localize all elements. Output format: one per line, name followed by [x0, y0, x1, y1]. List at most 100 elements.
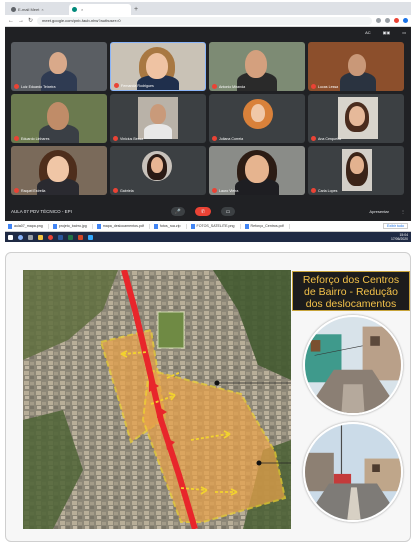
participant-tile[interactable]: Vinicius Bessa [110, 94, 206, 143]
meeting-title: AULA 07 PDV TÉCNICO - EPI [11, 209, 72, 214]
camera-button[interactable]: ▭ [221, 207, 235, 216]
extension-icon[interactable] [376, 18, 381, 23]
mic-muted-icon [311, 84, 316, 89]
mic-muted-icon [311, 188, 316, 193]
powerpoint-icon[interactable] [78, 234, 83, 240]
chrome-icon[interactable] [48, 234, 53, 240]
meet-screenshot: E-mail Meet × × + ← → ↻ meet.google.com/p… [5, 2, 411, 242]
street-photo-bottom [303, 422, 403, 522]
mic-muted-icon [311, 136, 316, 141]
participant-tile[interactable]: Gabriela [110, 146, 206, 195]
close-icon[interactable]: × [81, 7, 83, 12]
task-view-icon[interactable] [28, 234, 33, 240]
participant-name: Lucas Lessa [311, 84, 338, 89]
meet-top-controls: AC ▣▣ ▭ [365, 30, 406, 35]
tab-favicon-icon [11, 7, 16, 12]
url-field[interactable]: meet.google.com/pnb-faub-nhw?authuser=0 [37, 16, 372, 25]
file-icon [190, 223, 195, 229]
word-icon[interactable] [58, 234, 63, 240]
participant-tile[interactable]: Lucas Lessa [308, 42, 404, 91]
mic-muted-icon [212, 136, 217, 141]
forward-icon[interactable]: → [18, 18, 24, 24]
street-photo-top [303, 315, 403, 415]
participant-tile[interactable]: Eduardo Linhares [11, 94, 107, 143]
participant-tile[interactable]: Luiz Eduardo Teixeira [11, 42, 107, 91]
file-icon [8, 223, 12, 229]
search-icon[interactable] [18, 234, 23, 240]
tab-label: E-mail Meet [18, 7, 40, 12]
show-all-downloads-button[interactable]: Exibir tudo [383, 223, 408, 229]
windows-taskbar: 15:04 17/06/2020 [5, 232, 411, 242]
mic-muted-icon [212, 188, 217, 193]
taskbar-clock[interactable]: 15:04 17/06/2020 [391, 233, 408, 241]
download-item[interactable]: aula07_mapa.png [8, 223, 49, 229]
soccer-field [157, 311, 185, 349]
meet-bottom-bar: AULA 07 PDV TÉCNICO - EPI 🎤 ✆ ▭ Apresent… [5, 202, 411, 221]
participant-name: Fernanda Rodrigues [114, 83, 154, 88]
download-item[interactable]: FOTOS_SATELITE.png [190, 223, 241, 229]
call-controls: 🎤 ✆ ▭ [171, 207, 235, 216]
participant-name: Carla Lopes [311, 188, 337, 193]
participant-name: Raquel Estrella [14, 188, 45, 193]
download-item[interactable]: fotos_rua.zip [153, 223, 187, 229]
browser-tab[interactable]: E-mail Meet × [8, 4, 66, 15]
participant-tile[interactable]: Raquel Estrella [11, 146, 107, 195]
chat-icon[interactable]: ▭ [402, 30, 406, 35]
excel-icon[interactable] [68, 234, 73, 240]
tab-favicon-icon [72, 7, 77, 12]
participant-tile[interactable]: Antonio Miranda [209, 42, 305, 91]
download-item[interactable]: projeto_bairro.jpg [52, 223, 93, 229]
meet-right-controls: Apresentar ⋮ [369, 209, 405, 214]
windows-start-icon[interactable] [8, 234, 13, 240]
mic-muted-icon [212, 84, 217, 89]
reload-icon[interactable]: ↻ [28, 17, 33, 24]
participant-name: Gabriela [113, 188, 134, 193]
participant-tile[interactable]: Carla Lopes [308, 146, 404, 195]
participant-tile[interactable]: Lauro Vieira [209, 146, 305, 195]
meet-call-area: AC ▣▣ ▭ Luiz Eduardo Teixeira Fernanda R… [5, 27, 411, 202]
end-call-button[interactable]: ✆ [195, 207, 211, 216]
aerial-map [23, 270, 291, 529]
back-icon[interactable]: ← [8, 18, 14, 24]
captions-button[interactable]: AC [365, 30, 371, 35]
present-button[interactable]: Apresentar [369, 209, 389, 214]
new-tab-icon[interactable]: + [134, 4, 138, 15]
participant-tile[interactable]: Fernanda Rodrigues [110, 42, 206, 91]
mic-muted-icon [14, 188, 19, 193]
more-options-icon[interactable]: ⋮ [401, 209, 405, 214]
photo-point-marker [256, 460, 262, 466]
mic-muted-icon [113, 188, 118, 193]
file-explorer-icon[interactable] [38, 234, 43, 240]
extension-icon[interactable] [385, 18, 390, 23]
mic-muted-icon [14, 136, 19, 141]
mic-button[interactable]: 🎤 [171, 207, 185, 216]
participant-tile[interactable]: Juliana Correia [209, 94, 305, 143]
participant-name: Juliana Correia [212, 136, 243, 141]
participant-name: Luiz Eduardo Teixeira [14, 84, 56, 89]
participant-tile[interactable]: Ana Cerqueira [308, 94, 404, 143]
photoshop-icon[interactable] [88, 234, 93, 240]
extension-icon[interactable] [394, 18, 399, 23]
downloads-bar: aula07_mapa.png projeto_bairro.jpg mapa_… [5, 221, 411, 232]
presentation-slide: Reforço dos Centros de Bairro - Redução … [5, 252, 411, 542]
participant-name: Ana Cerqueira [311, 136, 341, 141]
mic-muted-icon [14, 84, 19, 89]
address-bar: ← → ↻ meet.google.com/pnb-faub-nhw?authu… [5, 15, 411, 27]
people-icon[interactable]: ▣▣ [383, 30, 391, 35]
browser-tab-active[interactable]: × [69, 4, 131, 15]
mic-muted-icon [114, 83, 119, 88]
close-icon[interactable]: × [41, 7, 43, 12]
download-item[interactable]: Reforço_Centros.pdf [244, 223, 290, 229]
file-icon [244, 223, 249, 229]
browser-tab-bar: E-mail Meet × × + [5, 2, 411, 15]
file-icon [96, 223, 101, 229]
download-item[interactable]: mapa_deslocamentos.pdf [96, 223, 150, 229]
file-icon [52, 223, 57, 229]
participant-name: Eduardo Linhares [14, 136, 49, 141]
profile-avatar-icon[interactable] [403, 18, 408, 23]
photo-point-marker [214, 380, 220, 386]
slide-title: Reforço dos Centros de Bairro - Redução … [292, 271, 410, 311]
participant-name: Antonio Miranda [212, 84, 245, 89]
mic-muted-icon [113, 136, 118, 141]
file-icon [153, 223, 158, 229]
